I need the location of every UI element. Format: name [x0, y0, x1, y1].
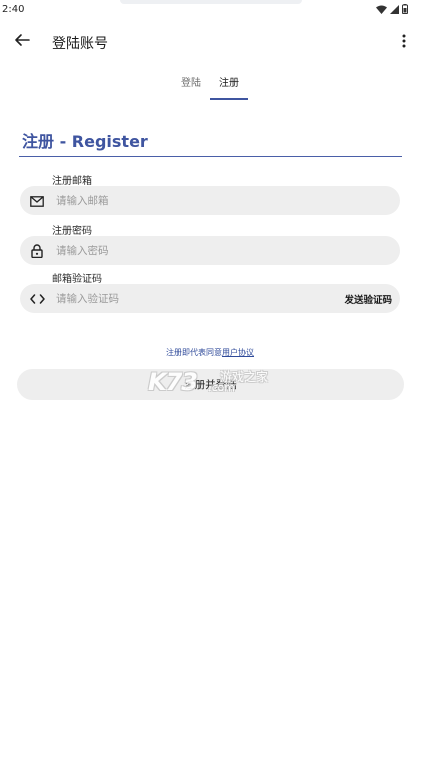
tab-bar: 登陆 注册 — [0, 68, 422, 102]
tab-register[interactable]: 注册 — [219, 74, 239, 89]
heading-divider — [19, 156, 402, 157]
app-bar: 登陆账号 — [0, 22, 422, 64]
form-heading: 注册 - Register — [22, 132, 148, 151]
status-bar: 2:40 — [0, 0, 422, 22]
status-time: 2:40 — [2, 4, 25, 15]
password-input[interactable] — [56, 240, 326, 261]
code-input[interactable] — [56, 288, 326, 309]
more-vert-icon — [402, 33, 406, 52]
wifi-icon — [376, 5, 387, 14]
mail-icon — [29, 193, 45, 209]
email-input[interactable] — [56, 190, 326, 211]
register-submit-label: 注册并登陆 — [184, 379, 237, 391]
agreement-prefix: 注册即代表同意 — [166, 348, 222, 357]
email-field[interactable] — [20, 186, 400, 215]
tab-login[interactable]: 登陆 — [181, 74, 201, 89]
code-icon — [29, 291, 45, 307]
back-button[interactable] — [10, 30, 34, 54]
lock-icon — [29, 243, 45, 259]
arrow-left-icon — [14, 32, 30, 52]
code-label: 邮箱验证码 — [52, 274, 102, 285]
signal-icon — [390, 4, 399, 14]
password-field[interactable] — [20, 236, 400, 265]
agreement-text: 注册即代表同意用户协议 — [166, 347, 254, 358]
status-notch — [120, 0, 302, 4]
code-field[interactable]: 发送验证码 — [20, 284, 400, 313]
tab-indicator — [210, 98, 248, 100]
password-label: 注册密码 — [52, 226, 92, 237]
page-title: 登陆账号 — [52, 36, 108, 52]
send-code-button[interactable]: 发送验证码 — [344, 292, 392, 306]
status-icons — [376, 4, 408, 14]
user-agreement-link[interactable]: 用户协议 — [222, 348, 254, 357]
register-submit-button[interactable]: 注册并登陆 — [17, 369, 404, 400]
more-options-button[interactable] — [394, 30, 414, 54]
battery-icon — [402, 4, 408, 14]
email-label: 注册邮箱 — [52, 176, 92, 187]
